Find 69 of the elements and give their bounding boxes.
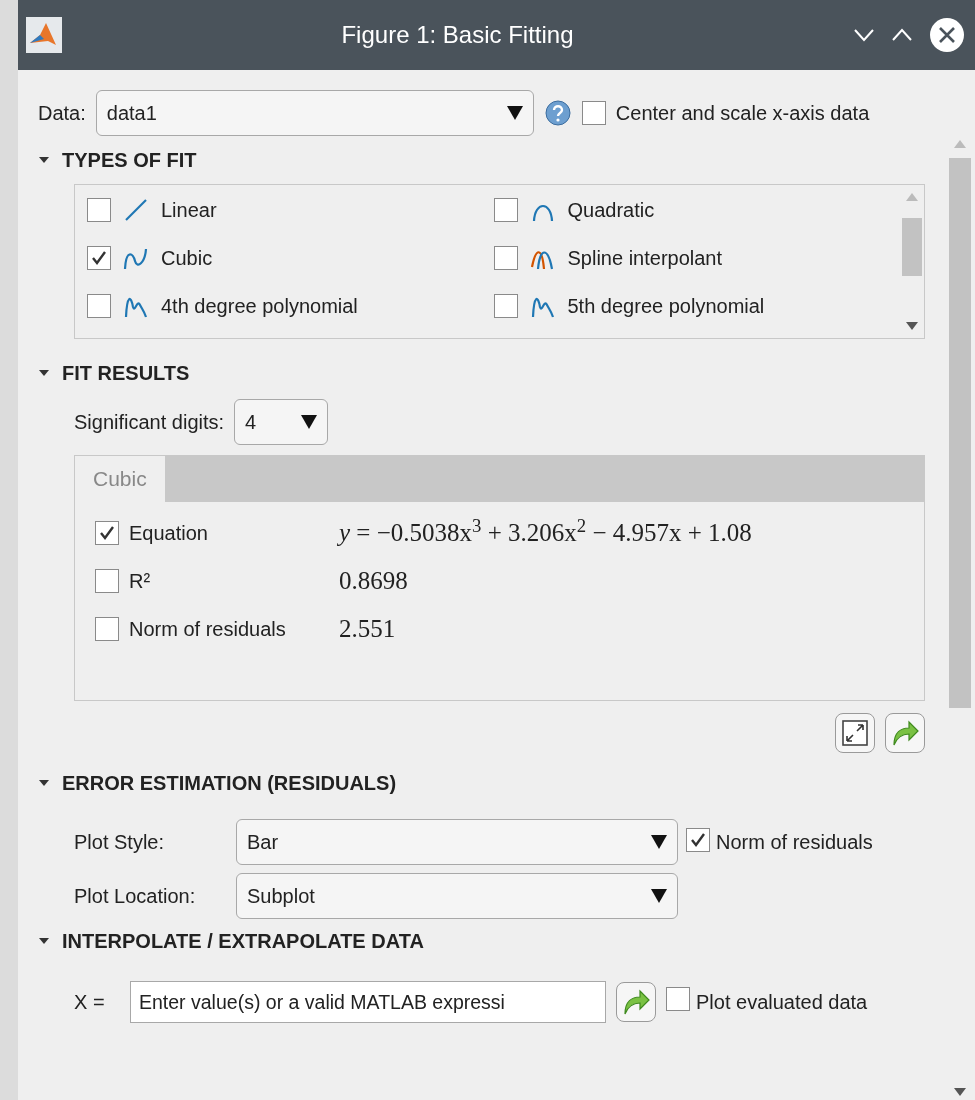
scroll-thumb[interactable] — [902, 217, 922, 276]
checkbox[interactable] — [493, 246, 518, 270]
arrow-icon — [622, 989, 650, 1015]
field-label: X = — [74, 990, 106, 1015]
collapse-icon[interactable] — [38, 779, 50, 787]
checkmark-icon — [90, 249, 108, 267]
fit-type-label: 4th degree polynomial — [161, 294, 358, 319]
dropdown[interactable]: Subplot — [236, 873, 678, 919]
checkbox[interactable] — [686, 828, 710, 852]
window-title: Figure 1: Basic Fitting — [340, 20, 575, 50]
minimize-icon[interactable] — [853, 28, 875, 42]
fit-type-label: Linear — [161, 198, 217, 223]
fit-type-label: 5th degree polynomial — [567, 294, 765, 319]
fit-type-label: Cubic — [161, 246, 213, 271]
dropdown-arrow-icon — [506, 106, 523, 120]
expand-arrows-icon — [842, 720, 868, 746]
help-icon[interactable] — [543, 99, 572, 127]
dropdown-arrow-icon — [301, 415, 318, 429]
checkmark-icon — [98, 524, 116, 542]
field-label: Plot Location: — [74, 884, 197, 909]
result-label: Norm of residuals — [129, 617, 287, 642]
checkbox[interactable] — [666, 986, 690, 1011]
scroll-down-icon[interactable] — [954, 1088, 966, 1096]
field-label: Plot Style: — [74, 830, 166, 855]
app-logo-icon — [26, 17, 62, 53]
result-value: y = −0.5038x$^{3}$ + 3.206x$^{2}$ − 4.957x + 1.08 — [339, 514, 752, 549]
checkbox[interactable] — [493, 198, 518, 222]
checkbox-label: Center and scale x-axis data — [615, 101, 870, 126]
result-label: R² — [129, 569, 152, 594]
fit-type-label: Quadratic — [567, 198, 655, 223]
checkbox[interactable] — [95, 569, 119, 593]
checkbox[interactable] — [493, 294, 518, 318]
checkbox-label: Norm of residuals — [716, 830, 873, 855]
line-icon — [123, 197, 149, 223]
undock-button[interactable] — [835, 713, 875, 753]
field-label: Data: — [38, 101, 86, 126]
close-icon[interactable] — [929, 17, 965, 53]
checkbox[interactable] — [95, 617, 119, 641]
field-label: Significant digits: — [74, 410, 225, 435]
result-value: 0.8698 — [339, 566, 408, 597]
collapse-icon[interactable] — [38, 369, 50, 377]
dropdown-arrow-icon — [651, 835, 667, 849]
input-field[interactable]: Enter value(s) or a valid MATLAB expressi — [130, 981, 606, 1023]
scroll-down-icon[interactable] — [906, 322, 918, 330]
checkbox[interactable] — [95, 521, 119, 545]
checkbox[interactable] — [87, 294, 111, 318]
checkbox[interactable] — [87, 246, 111, 270]
result-value: 2.551 — [339, 614, 396, 645]
section-header[interactable]: ERROR ESTIMATION (RESIDUALS) — [62, 768, 397, 798]
checkmark-icon — [689, 831, 707, 849]
evaluate-button[interactable] — [616, 982, 656, 1022]
scroll-thumb[interactable] — [949, 158, 971, 708]
collapse-icon[interactable] — [38, 937, 50, 945]
collapse-icon[interactable] — [38, 156, 50, 164]
checkbox[interactable] — [87, 198, 111, 222]
dropdown[interactable]: 4 — [234, 399, 329, 445]
checkbox[interactable] — [581, 101, 606, 125]
section-header[interactable]: TYPES OF FIT — [62, 145, 197, 175]
fit-type-label: Spline interpolant — [567, 246, 723, 271]
section-header[interactable]: INTERPOLATE / EXTRAPOLATE DATA — [62, 926, 424, 956]
section-header[interactable]: FIT RESULTS — [62, 358, 190, 388]
dropdown[interactable]: data1 — [95, 90, 534, 136]
maximize-icon[interactable] — [891, 28, 913, 42]
dropdown[interactable]: Bar — [236, 819, 678, 865]
export-button[interactable] — [885, 713, 925, 753]
checkbox-label: Plot evaluated data — [696, 990, 868, 1015]
arrow-icon — [891, 720, 919, 746]
dropdown-arrow-icon — [651, 889, 667, 903]
result-label: Equation — [129, 521, 209, 546]
